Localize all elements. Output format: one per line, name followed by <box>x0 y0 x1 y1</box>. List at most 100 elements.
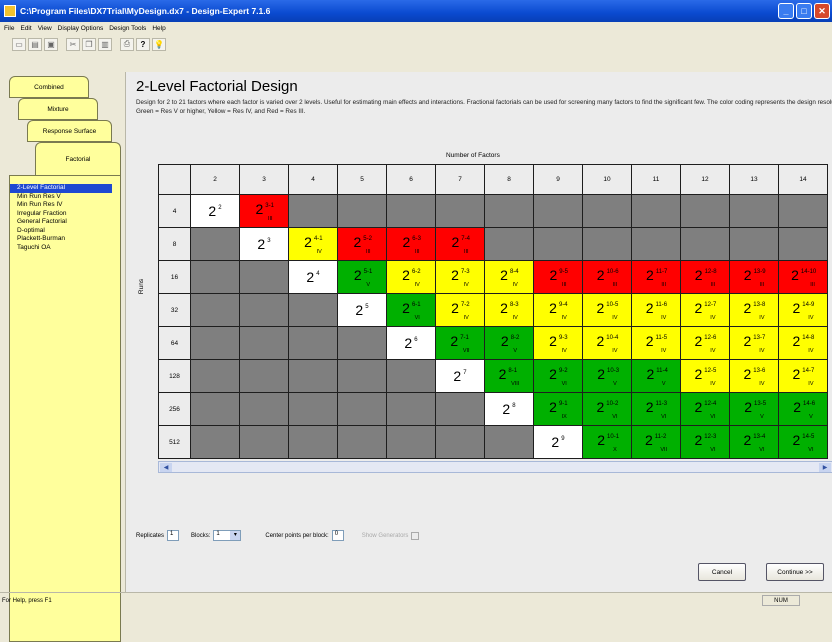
design-cell[interactable]: 2 7-4 III <box>435 227 485 261</box>
design-cell[interactable]: 2 8-3 IV <box>484 293 534 327</box>
design-cell[interactable]: 2 8-2 V <box>484 326 534 360</box>
cancel-button[interactable]: Cancel <box>698 563 746 581</box>
design-cell[interactable]: 2 11-3 VI <box>631 392 681 426</box>
print-icon[interactable]: ⎙ <box>120 37 134 51</box>
design-cell[interactable]: 2 9-5 III <box>533 260 583 294</box>
copy-icon[interactable]: ❐ <box>82 37 96 51</box>
design-cell[interactable]: 2 4-1 IV <box>288 227 338 261</box>
replicates-input[interactable]: 1 <box>167 530 180 541</box>
design-cell[interactable]: 2 6-2 IV <box>386 260 436 294</box>
design-cell[interactable]: 2 12-3 VI <box>680 425 730 459</box>
design-cell[interactable]: 2 12-6 IV <box>680 326 730 360</box>
design-cell[interactable]: 2 6-3 III <box>386 227 436 261</box>
design-cell[interactable]: 2 13-4 VI <box>729 425 779 459</box>
design-cell[interactable]: 2 8-1 VIII <box>484 359 534 393</box>
design-cell[interactable]: 2 11-4 V <box>631 359 681 393</box>
empty-design-cell <box>337 359 387 393</box>
tab-factorial[interactable]: Factorial <box>35 142 121 176</box>
design-cell[interactable]: 24 <box>288 260 338 294</box>
design-cell[interactable]: 2 10-3 V <box>582 359 632 393</box>
design-cell[interactable]: 2 14-8 IV <box>778 326 828 360</box>
design-cell[interactable]: 2 13-9 III <box>729 260 779 294</box>
save-icon[interactable]: ▣ <box>44 37 58 51</box>
paste-icon[interactable]: ▥ <box>98 37 112 51</box>
menu-design-tools[interactable]: Design Tools <box>109 25 146 32</box>
nav-item-min-run-res-v[interactable]: Min Run Res V <box>10 193 120 202</box>
design-cell[interactable]: 28 <box>484 392 534 426</box>
design-cell[interactable]: 25 <box>337 293 387 327</box>
open-file-icon[interactable]: ▤ <box>28 37 42 51</box>
design-cell[interactable]: 2 12-8 III <box>680 260 730 294</box>
design-cell[interactable]: 2 9-1 IX <box>533 392 583 426</box>
design-cell[interactable]: 2 14-5 VI <box>778 425 828 459</box>
design-cell[interactable]: 2 14-7 IV <box>778 359 828 393</box>
continue-button[interactable]: Continue >> <box>766 563 824 581</box>
design-cell[interactable]: 27 <box>435 359 485 393</box>
design-cell[interactable]: 2 10-1 X <box>582 425 632 459</box>
menu-edit[interactable]: Edit <box>20 25 31 32</box>
close-button[interactable]: ✕ <box>814 3 830 19</box>
design-cell[interactable]: 23 <box>239 227 289 261</box>
nav-item-min-run-res-iv[interactable]: Min Run Res IV <box>10 201 120 210</box>
center-points-input[interactable]: 0 <box>331 530 344 541</box>
tab-response-surface[interactable]: Response Surface <box>27 120 112 142</box>
design-cell[interactable]: 2 12-5 IV <box>680 359 730 393</box>
blocks-select[interactable]: 1 ▾ <box>213 530 242 541</box>
chevron-down-icon[interactable]: ▾ <box>230 531 241 540</box>
design-cell[interactable]: 2 11-2 VII <box>631 425 681 459</box>
design-cell[interactable]: 2 10-2 VI <box>582 392 632 426</box>
nav-item-irregular-fraction[interactable]: Irregular Fraction <box>10 210 120 219</box>
empty-design-cell <box>337 392 387 426</box>
design-cell[interactable]: 2 8-4 IV <box>484 260 534 294</box>
design-cell[interactable]: 2 10-4 IV <box>582 326 632 360</box>
menu-file[interactable]: File <box>4 25 14 32</box>
design-cell[interactable]: 2 10-5 IV <box>582 293 632 327</box>
design-cell[interactable]: 2 7-3 IV <box>435 260 485 294</box>
cut-icon[interactable]: ✂ <box>66 37 80 51</box>
design-cell[interactable]: 2 11-5 IV <box>631 326 681 360</box>
design-cell[interactable]: 2 12-7 IV <box>680 293 730 327</box>
menu-help[interactable]: Help <box>152 25 165 32</box>
nav-item-taguchi-oa[interactable]: Taguchi OA <box>10 244 120 253</box>
scroll-right-icon[interactable]: ▶ <box>819 463 831 472</box>
show-generators-checkbox[interactable] <box>411 531 420 540</box>
help-icon[interactable]: ? <box>136 37 150 51</box>
design-cell[interactable]: 2 12-4 VI <box>680 392 730 426</box>
nav-item-general-factorial[interactable]: General Factorial <box>10 218 120 227</box>
design-cell[interactable]: 2 13-8 IV <box>729 293 779 327</box>
design-cell[interactable]: 29 <box>533 425 583 459</box>
design-cell[interactable]: 2 5-2 III <box>337 227 387 261</box>
horizontal-scrollbar[interactable]: ◀ ▶ <box>158 461 832 473</box>
new-file-icon[interactable]: ▭ <box>12 37 26 51</box>
tip-icon[interactable]: 💡 <box>152 37 166 51</box>
design-cell[interactable]: 2 10-6 III <box>582 260 632 294</box>
design-cell[interactable]: 2 7-2 IV <box>435 293 485 327</box>
scroll-left-icon[interactable]: ◀ <box>160 463 172 472</box>
design-cell[interactable]: 2 11-6 IV <box>631 293 681 327</box>
design-cell[interactable]: 2 13-5 V <box>729 392 779 426</box>
design-cell[interactable]: 2 13-7 IV <box>729 326 779 360</box>
design-cell[interactable]: 2 14-10 III <box>778 260 828 294</box>
design-cell[interactable]: 2 13-6 IV <box>729 359 779 393</box>
design-cell[interactable]: 2 6-1 VI <box>386 293 436 327</box>
design-cell[interactable]: 2 5-1 V <box>337 260 387 294</box>
menu-view[interactable]: View <box>38 25 52 32</box>
tab-mixture[interactable]: Mixture <box>18 98 98 120</box>
design-cell[interactable]: 2 7-1 VII <box>435 326 485 360</box>
design-cell[interactable]: 2 14-6 V <box>778 392 828 426</box>
tab-combined[interactable]: Combined <box>9 76 89 98</box>
nav-item-plackett-burman[interactable]: Plackett-Burman <box>10 235 120 244</box>
maximize-button[interactable]: □ <box>796 3 812 19</box>
design-cell[interactable]: 22 <box>190 194 240 228</box>
design-cell[interactable]: 2 14-9 IV <box>778 293 828 327</box>
design-cell[interactable]: 2 11-7 III <box>631 260 681 294</box>
minimize-button[interactable]: _ <box>778 3 794 19</box>
design-cell[interactable]: 2 9-3 IV <box>533 326 583 360</box>
design-cell[interactable]: 2 9-4 IV <box>533 293 583 327</box>
design-cell[interactable]: 2 9-2 VI <box>533 359 583 393</box>
design-cell[interactable]: 2 3-1 III <box>239 194 289 228</box>
design-cell[interactable]: 26 <box>386 326 436 360</box>
menu-display-options[interactable]: Display Options <box>58 25 104 32</box>
nav-item-2-level-factorial[interactable]: 2-Level Factorial <box>10 184 112 193</box>
nav-item-d-optimal[interactable]: D-optimal <box>10 227 120 236</box>
